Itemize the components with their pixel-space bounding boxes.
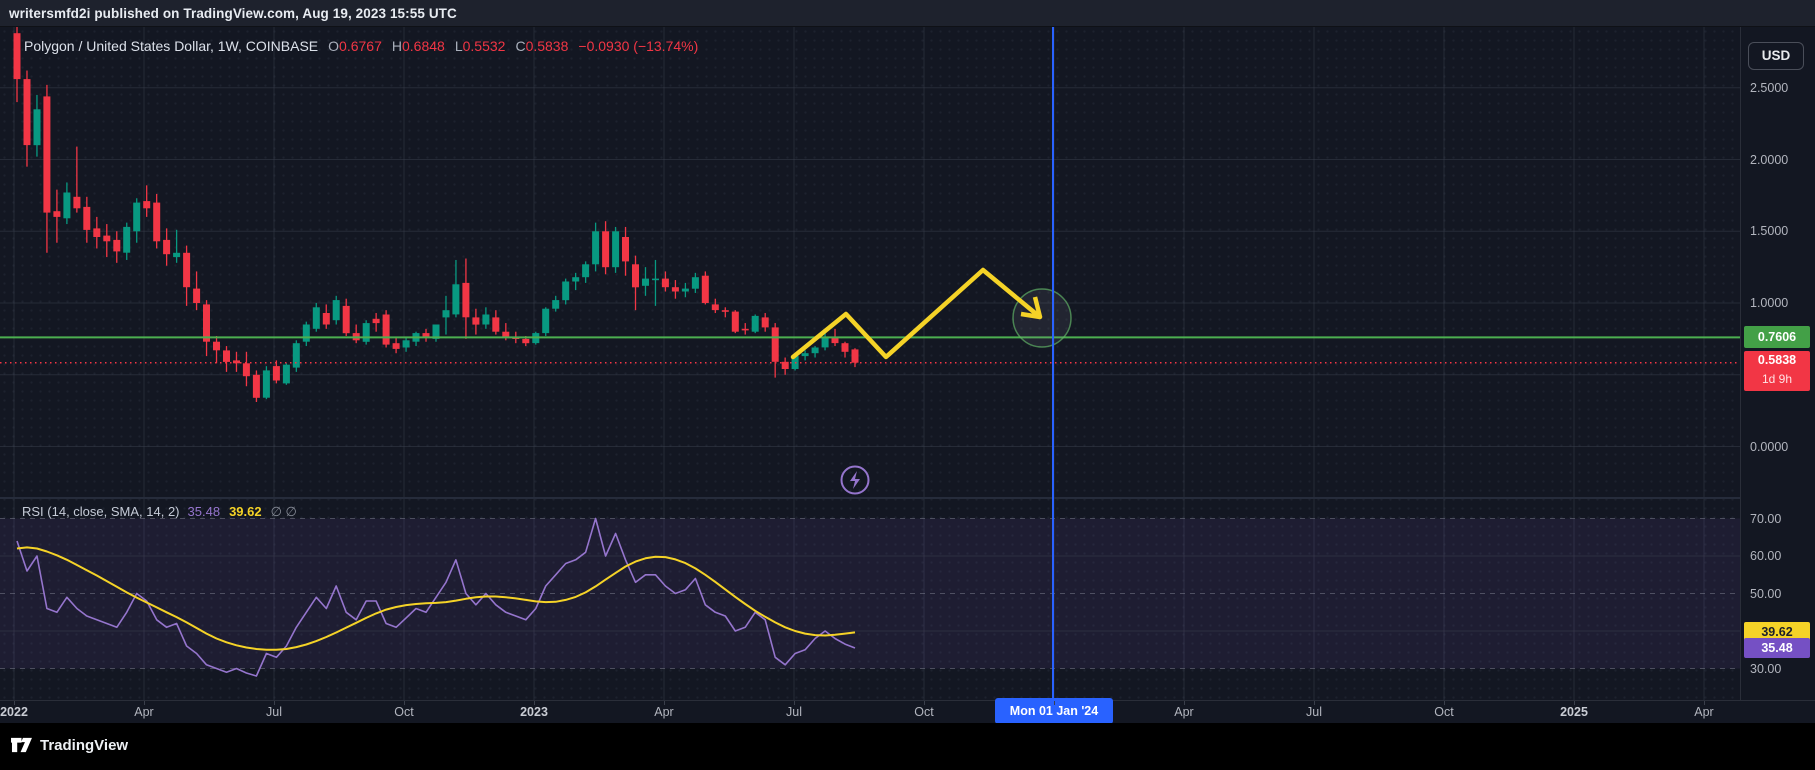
open-value: 0.6767 [339,38,382,54]
support-level-price-badge: 0.7606 [1744,326,1810,348]
high-value: 0.6848 [402,38,445,54]
time-tick-label: 2022 [0,705,44,719]
time-tick-label: 2023 [504,705,564,719]
time-tick-label: 2025 [1544,705,1604,719]
high-label: H [392,38,402,54]
time-tick-label: Apr [1154,705,1214,719]
rsi-tick-label: 50.00 [1750,586,1781,602]
tradingview-wordmark: TradingView [40,737,128,754]
time-tick-label: Jul [1284,705,1344,719]
rsi-badge: 35.48 [1744,638,1810,658]
price-tick-label: 1.0000 [1750,295,1788,311]
rsi-value: 39.62 [229,504,262,519]
bar-countdown: 1d 9h [1744,370,1810,389]
time-tick-label: Apr [634,705,694,719]
time-tick-label: Jul [244,705,304,719]
rsi-null-values: ∅ ∅ [271,504,297,519]
low-value: 0.5532 [463,38,506,54]
rsi-indicator-legend[interactable]: RSI (14, close, SMA, 14, 2) 35.48 39.62 ∅ ∅ [22,504,297,520]
price-tick-label: 0.0000 [1750,439,1788,455]
footer-bar: TradingView [0,723,1815,770]
price-axis[interactable]: USD 2.5000 2.0000 1.5000 1.0000 0.0000 70.00 6… [1740,27,1815,700]
time-tick-label: Apr [114,705,174,719]
publish-status-bar: writersmfd2i published on TradingView.co… [0,0,1815,27]
open-label: O [328,38,339,54]
tradingview-logo-icon [10,735,33,755]
currency-toggle-button[interactable]: USD [1748,42,1804,70]
price-tick-label: 2.5000 [1750,80,1788,96]
last-price-value: 0.5838 [1744,351,1810,370]
time-tick-label: Jul [764,705,824,719]
price-tick-label: 2.0000 [1750,152,1788,168]
time-tick-label: Oct [894,705,954,719]
rsi-ma-value: 35.48 [188,504,221,519]
time-tick-label: Apr [1674,705,1734,719]
change-value: −0.0930 (−13.74%) [578,38,698,54]
price-rsi-chart-canvas[interactable] [0,0,1815,700]
tradingview-chart-window: writersmfd2i published on TradingView.co… [0,0,1815,770]
tradingview-brand[interactable]: TradingView [10,735,128,755]
time-axis[interactable]: Mon 01 Jan '24 2022AprJulOct2023AprJulOc… [0,700,1815,724]
close-label: C [515,38,525,54]
time-tick-label: Oct [374,705,434,719]
rsi-title: RSI (14, close, SMA, 14, 2) [22,504,180,519]
rsi-tick-label: 60.00 [1750,548,1781,564]
publish-status-text: writersmfd2i published on TradingView.co… [9,6,457,21]
symbol-legend[interactable]: Polygon / United States Dollar, 1W, COIN… [24,38,698,54]
symbol-title: Polygon / United States Dollar, 1W, COIN… [24,38,318,54]
time-tick-label: Oct [1414,705,1474,719]
low-label: L [455,38,463,54]
rsi-tick-label: 70.00 [1750,511,1781,527]
last-price-badge: 0.5838 1d 9h [1744,351,1810,391]
rsi-tick-label: 30.00 [1750,661,1781,677]
close-value: 0.5838 [526,38,569,54]
time-tick [1054,701,1055,705]
price-tick-label: 1.5000 [1750,223,1788,239]
